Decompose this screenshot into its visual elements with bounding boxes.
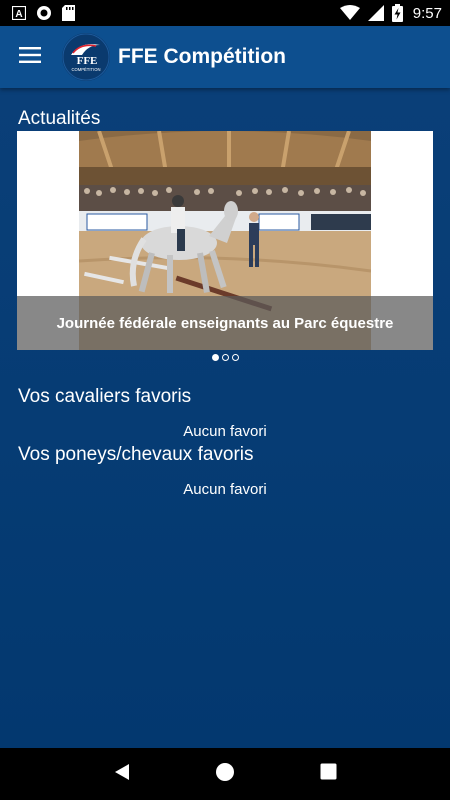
news-heading: Actualités	[18, 108, 101, 129]
status-left: A	[12, 5, 75, 21]
battery-charging-icon	[391, 4, 403, 22]
recents-button[interactable]	[308, 754, 348, 794]
menu-button[interactable]	[0, 26, 60, 88]
ffe-logo: FFE COMPÉTITION	[62, 33, 110, 81]
app-title: FFE Compétition	[118, 45, 286, 68]
svg-text:COMPÉTITION: COMPÉTITION	[71, 67, 100, 72]
pagination-dot[interactable]	[221, 353, 229, 361]
circle-notification-icon	[36, 5, 52, 21]
hamburger-menu-icon	[19, 46, 41, 69]
status-right: 9:57	[339, 4, 442, 22]
sd-card-icon	[62, 5, 75, 21]
news-carousel[interactable]: Journée fédérale enseignants au Parc équ…	[17, 131, 433, 350]
favorite-riders-empty: Aucun favori	[183, 423, 267, 440]
favorite-horses-heading: Vos poneys/chevaux favoris	[18, 444, 254, 465]
favorite-riders-heading: Vos cavaliers favoris	[18, 386, 192, 407]
recents-icon	[320, 763, 337, 785]
back-icon	[113, 763, 131, 786]
svg-text:FFE: FFE	[77, 55, 98, 67]
news-caption-band[interactable]: Journée fédérale enseignants au Parc équ…	[17, 296, 433, 350]
main-content[interactable]: Actualités Journée fédérale enseignants …	[0, 88, 450, 748]
wifi-icon	[339, 5, 360, 21]
status-bar: A 9:57	[0, 0, 450, 26]
pagination-dot[interactable]	[231, 353, 239, 361]
carousel-pagination	[0, 351, 450, 363]
home-button[interactable]	[205, 754, 245, 794]
signal-icon	[367, 5, 384, 21]
back-button[interactable]	[102, 754, 142, 794]
pagination-dot-active[interactable]	[211, 353, 219, 361]
system-nav-bar	[0, 748, 450, 800]
news-caption: Journée fédérale enseignants au Parc équ…	[56, 314, 394, 332]
status-time: 9:57	[412, 4, 442, 22]
a-notification-icon: A	[12, 6, 26, 20]
app-bar: FFE COMPÉTITION FFE Compétition	[0, 26, 450, 88]
home-icon	[215, 762, 235, 787]
favorite-horses-empty: Aucun favori	[183, 481, 267, 498]
svg-text:A: A	[15, 9, 22, 20]
